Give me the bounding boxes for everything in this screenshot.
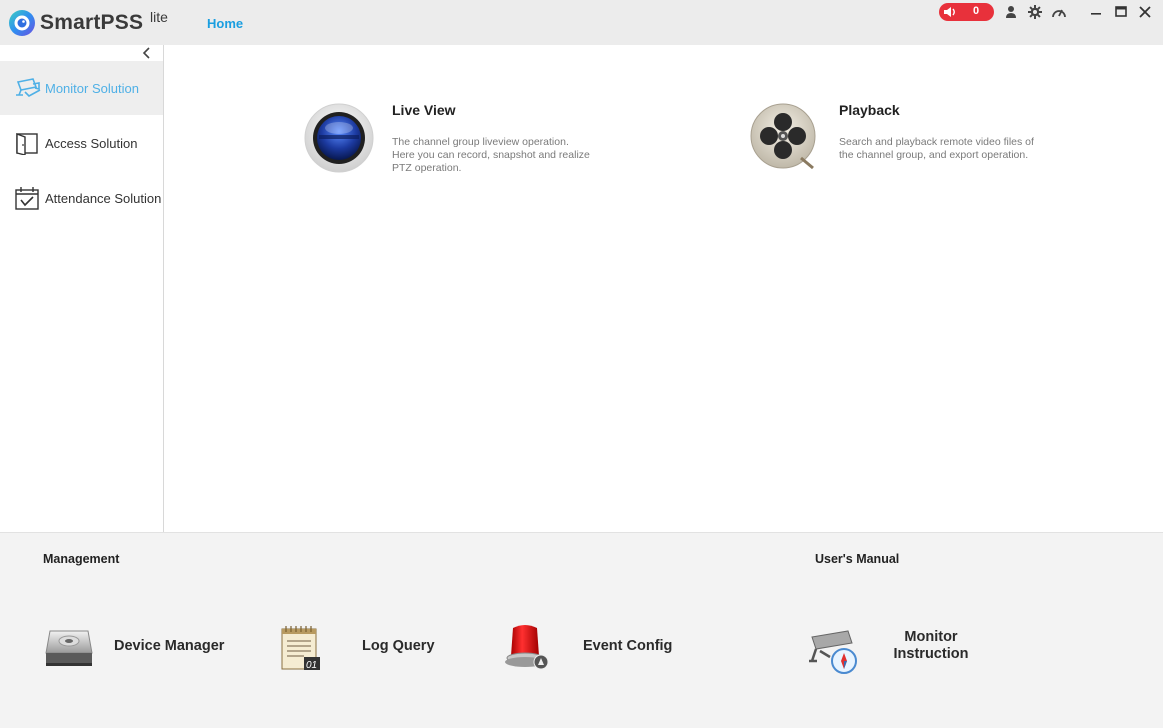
live-view-title: Live View <box>392 102 456 118</box>
device-manager-icon <box>45 630 93 666</box>
chevron-left-icon[interactable] <box>140 45 154 61</box>
speaker-alarm-icon <box>944 7 955 17</box>
playback-title: Playback <box>839 102 900 118</box>
sidebar: Monitor Solution Access Solution Attenda… <box>0 45 164 532</box>
alarm-siren-icon <box>505 625 549 670</box>
sidebar-item-label: Access Solution <box>45 136 138 151</box>
sidebar-item-access-solution[interactable]: Access Solution <box>0 116 163 170</box>
alarm-count: 0 <box>973 5 980 17</box>
sidebar-item-attendance-solution[interactable]: Attendance Solution <box>0 171 163 225</box>
main-content: Live View The channel group liveview ope… <box>164 45 1163 532</box>
door-icon <box>16 132 38 155</box>
log-notepad-icon: 01 <box>281 626 320 671</box>
maximize-icon[interactable] <box>1112 3 1130 21</box>
alarm-badge[interactable]: 0 <box>939 3 994 21</box>
live-view-description: The channel group liveview operation. He… <box>392 136 590 174</box>
film-reel-icon <box>750 103 816 170</box>
monitor-instruction-label: Monitor Instruction <box>881 629 981 663</box>
title-bar: SmartPSS lite Home 0 <box>0 0 1163 45</box>
user-icon[interactable] <box>1003 4 1019 20</box>
smartpss-logo-icon <box>9 10 35 36</box>
sidebar-item-label: Attendance Solution <box>45 191 162 206</box>
log-query-label: Log Query <box>362 638 435 654</box>
live-view-lens-icon <box>304 103 374 173</box>
calendar-check-icon <box>15 187 39 210</box>
tab-home[interactable]: Home <box>207 16 243 31</box>
playback-description: Search and playback remote video files o… <box>839 136 1034 161</box>
event-config-label: Event Config <box>583 638 673 654</box>
users-manual-title: User's Manual <box>815 552 900 566</box>
monitor-instruction-line1: Monitor <box>904 629 958 645</box>
monitor-instruction-line2: Instruction <box>893 646 969 662</box>
bottom-panel: Management User's Manual Device Manager <box>0 532 1163 728</box>
gear-icon[interactable] <box>1027 4 1043 20</box>
sidebar-item-label: Monitor Solution <box>45 81 139 96</box>
device-manager-label: Device Manager <box>114 638 225 654</box>
svg-text:01: 01 <box>306 660 317 671</box>
sidebar-item-monitor-solution[interactable]: Monitor Solution <box>0 61 163 115</box>
minimize-icon[interactable] <box>1087 3 1105 21</box>
camera-compass-icon <box>809 630 857 674</box>
cctv-camera-icon <box>16 78 41 97</box>
app-name: SmartPSS <box>40 11 144 34</box>
speedometer-icon[interactable] <box>1051 4 1067 20</box>
close-icon[interactable] <box>1136 3 1154 21</box>
app-edition: lite <box>150 9 168 25</box>
management-title: Management <box>43 552 120 566</box>
